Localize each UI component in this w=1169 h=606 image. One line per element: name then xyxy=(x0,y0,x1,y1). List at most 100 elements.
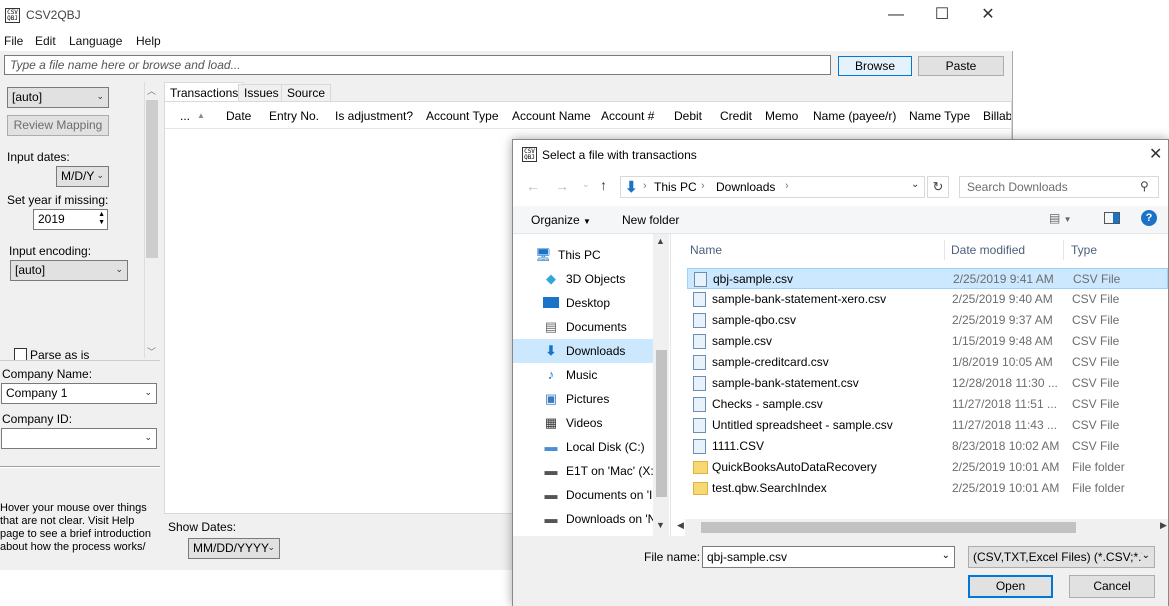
browse-button[interactable]: Browse xyxy=(838,56,912,76)
file-row[interactable]: test.qbw.SearchIndex 2/25/2019 10:01 AM Fi… xyxy=(687,478,1168,499)
file-name-value: qbj-sample.csv xyxy=(707,550,788,564)
nav-item-documents[interactable]: ▤ Documents xyxy=(513,315,655,339)
download-icon: ⬇ xyxy=(625,179,638,196)
column-header-account-name[interactable]: Account Name xyxy=(512,109,591,123)
organize-button[interactable]: Organize ▼ xyxy=(531,213,591,227)
view-options-icon[interactable]: ▤ ▼ xyxy=(1049,211,1072,225)
chevron-down-icon[interactable]: ⌄ xyxy=(942,550,950,561)
company-id-select[interactable]: ⌄ xyxy=(1,428,157,449)
file-name-input[interactable]: qbj-sample.csv ⌄ xyxy=(702,546,955,568)
scroll-up-icon[interactable]: ▲ xyxy=(656,236,665,246)
scroll-down-icon[interactable]: ▼ xyxy=(656,520,665,530)
file-type: CSV File xyxy=(1072,355,1120,369)
column-header-index[interactable]: ... xyxy=(180,109,190,123)
column-header-billable[interactable]: Billab xyxy=(983,109,1011,123)
dialog-close-button[interactable]: ✕ xyxy=(1149,144,1162,164)
review-mapping-button[interactable]: Review Mapping xyxy=(7,115,109,136)
help-icon[interactable]: ? xyxy=(1141,210,1157,226)
menu-edit[interactable]: Edit xyxy=(35,34,56,48)
cancel-button[interactable]: Cancel xyxy=(1069,575,1155,598)
nav-item-downloads-network[interactable]: ▬ Downloads on 'N xyxy=(513,507,656,531)
mapping-select[interactable]: [auto] ⌄ xyxy=(7,87,109,108)
breadcrumb-downloads[interactable]: Downloads xyxy=(716,180,775,194)
nav-item-3d-objects[interactable]: ◆ 3D Objects xyxy=(513,267,655,291)
date-format-select[interactable]: M/D/Y ⌄ xyxy=(56,166,109,187)
file-name: qbj-sample.csv xyxy=(713,272,794,286)
preview-pane-icon[interactable] xyxy=(1104,212,1120,224)
tab-issues[interactable]: Issues xyxy=(238,84,285,102)
file-type-select[interactable]: (CSV,TXT,Excel Files) (*.CSV;*.T: ⌄ xyxy=(968,546,1155,568)
back-arrow-icon[interactable]: ← xyxy=(526,178,540,194)
nav-item-this-pc[interactable]: 🖥 This PC xyxy=(513,243,655,267)
column-header-debit[interactable]: Debit xyxy=(674,109,702,123)
column-header-name-payee[interactable]: Name (payee/r) xyxy=(813,109,896,123)
file-row[interactable]: Untitled spreadsheet - sample.csv 11/27/2… xyxy=(687,415,1168,436)
open-button[interactable]: Open xyxy=(968,575,1053,598)
file-row[interactable]: sample-qbo.csv 2/25/2019 9:37 AM CSV File xyxy=(687,310,1168,331)
scroll-right-icon[interactable]: ▶ xyxy=(1160,520,1167,531)
column-header-date-modified[interactable]: Date modified xyxy=(951,243,1025,257)
file-row[interactable]: QuickBooksAutoDataRecovery 2/25/2019 10:0… xyxy=(687,457,1168,478)
company-name-select[interactable]: Company 1 ⌄ xyxy=(1,383,157,404)
column-header-name[interactable]: Name xyxy=(690,243,722,257)
column-header-date[interactable]: Date xyxy=(226,109,251,123)
scroll-up-icon[interactable]: ︿ xyxy=(147,84,156,97)
column-separator[interactable] xyxy=(1063,240,1064,260)
menu-file[interactable]: File xyxy=(4,34,23,48)
year-stepper[interactable]: 2019 ▲ ▼ xyxy=(33,209,108,230)
new-folder-button[interactable]: New folder xyxy=(622,213,679,227)
scroll-down-icon[interactable]: ﹀ xyxy=(147,345,156,358)
file-type: CSV File xyxy=(1072,418,1120,432)
nav-item-documents-network[interactable]: ▬ Documents on 'I xyxy=(513,483,655,507)
close-button[interactable]: ✕ xyxy=(965,4,1011,26)
search-input[interactable]: Search Downloads ⚲ xyxy=(959,176,1159,198)
chevron-down-icon[interactable]: ⌄ xyxy=(911,179,919,190)
encoding-select[interactable]: [auto] ⌄ xyxy=(10,260,128,281)
file-row[interactable]: Checks - sample.csv 11/27/2018 11:51 ... C… xyxy=(687,394,1168,415)
column-header-is-adjustment[interactable]: Is adjustment? xyxy=(335,109,413,123)
file-row[interactable]: 1111.CSV 8/23/2018 10:02 AM CSV File xyxy=(687,436,1168,457)
tab-transactions[interactable]: Transactions xyxy=(164,82,245,103)
stepper-arrows-icon[interactable]: ▲ ▼ xyxy=(98,211,105,227)
file-row[interactable]: sample-bank-statement.csv 12/28/2018 11:3… xyxy=(687,373,1168,394)
settings-scroll-thumb[interactable] xyxy=(146,100,158,258)
breadcrumb-this-pc[interactable]: This PC xyxy=(654,180,697,194)
maximize-button[interactable]: ☐ xyxy=(919,4,965,26)
forward-arrow-icon[interactable]: → xyxy=(555,178,569,194)
nav-item-desktop[interactable]: Desktop xyxy=(513,291,655,315)
csv-file-icon xyxy=(693,439,706,454)
column-header-memo[interactable]: Memo xyxy=(765,109,798,123)
file-row[interactable]: sample.csv 1/15/2019 9:48 AM CSV File xyxy=(687,331,1168,352)
file-row[interactable]: sample-creditcard.csv 1/8/2019 10:05 AM CS… xyxy=(687,352,1168,373)
column-separator[interactable] xyxy=(944,240,945,260)
column-header-type[interactable]: Type xyxy=(1071,243,1097,257)
navigation-scroll-thumb[interactable] xyxy=(656,350,667,497)
address-bar[interactable]: ⬇ › This PC › Downloads › ⌄ xyxy=(620,176,925,198)
menu-help[interactable]: Help xyxy=(136,34,161,48)
nav-item-downloads[interactable]: ⬇ Downloads xyxy=(513,339,655,363)
menu-language[interactable]: Language xyxy=(69,34,122,48)
show-dates-select[interactable]: MM/DD/YYYY ⌄ xyxy=(188,538,280,559)
file-path-input[interactable]: Type a file name here or browse and load… xyxy=(4,55,831,75)
file-row[interactable]: sample-bank-statement-xero.csv 2/25/2019 … xyxy=(687,289,1168,310)
scroll-left-icon[interactable]: ◀ xyxy=(677,520,684,531)
refresh-icon[interactable]: ↻ xyxy=(927,176,949,198)
column-header-credit[interactable]: Credit xyxy=(720,109,752,123)
nav-item-e1t-mac[interactable]: ▬ E1T on 'Mac' (X: xyxy=(513,459,655,483)
nav-item-videos[interactable]: ▦ Videos xyxy=(513,411,655,435)
up-arrow-icon[interactable]: ↑ xyxy=(600,177,607,193)
nav-item-music[interactable]: ♪ Music xyxy=(513,363,655,387)
tab-source[interactable]: Source xyxy=(281,84,332,102)
recent-locations-icon[interactable]: ⌄ xyxy=(582,179,590,190)
paste-button[interactable]: Paste xyxy=(918,56,1004,76)
search-icon[interactable]: ⚲ xyxy=(1140,179,1149,193)
file-row[interactable]: qbj-sample.csv 2/25/2019 9:41 AM CSV File xyxy=(687,268,1168,289)
minimize-button[interactable]: — xyxy=(873,4,919,26)
nav-item-local-disk[interactable]: ▬ Local Disk (C:) xyxy=(513,435,655,459)
column-header-entry-no[interactable]: Entry No. xyxy=(269,109,319,123)
file-list-hscroll-thumb[interactable] xyxy=(701,522,1076,533)
nav-item-pictures[interactable]: ▣ Pictures xyxy=(513,387,655,411)
column-header-name-type[interactable]: Name Type xyxy=(909,109,970,123)
column-header-account-number[interactable]: Account # xyxy=(601,109,654,123)
column-header-account-type[interactable]: Account Type xyxy=(426,109,499,123)
